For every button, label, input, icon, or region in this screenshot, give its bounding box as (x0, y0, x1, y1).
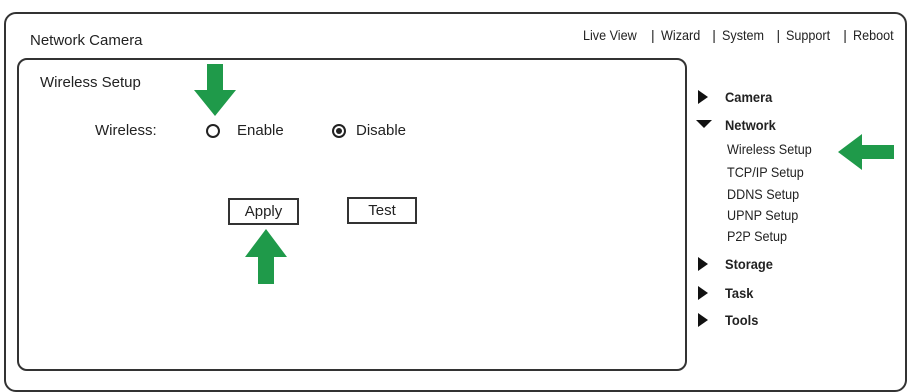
apply-button[interactable]: Apply (228, 198, 299, 225)
nav-live-view[interactable]: Live View (583, 27, 637, 43)
test-button[interactable]: Test (347, 197, 417, 224)
enable-radio[interactable] (206, 124, 220, 138)
sidebar-item-task[interactable]: Task (696, 285, 756, 301)
nav-separator: | (843, 27, 847, 43)
sidebar-item-label: Task (725, 285, 754, 301)
chevron-right-icon (696, 90, 714, 104)
arrow-down-icon (194, 64, 236, 116)
sidebar-item-label: Camera (725, 89, 773, 105)
panel-title: Wireless Setup (40, 74, 141, 91)
nav-support[interactable]: Support (786, 27, 830, 43)
arrow-left-icon (838, 134, 894, 170)
chevron-down-icon (696, 118, 714, 132)
sidebar-item-storage[interactable]: Storage (696, 256, 777, 272)
nav-system[interactable]: System (722, 27, 764, 43)
sidebar-item-label: Network (725, 117, 776, 133)
app-title: Network Camera (30, 32, 143, 49)
sidebar-item-tools[interactable]: Tools (696, 312, 761, 328)
sidebar-item-label: Tools (725, 312, 759, 328)
wireless-label: Wireless: (95, 122, 157, 139)
nav-separator: | (776, 27, 781, 43)
sidebar-sub-ddns-setup[interactable]: DDNS Setup (727, 186, 799, 202)
nav-reboot[interactable]: Reboot (853, 27, 894, 43)
nav-wizard[interactable]: Wizard (661, 27, 700, 43)
sidebar-item-label: Storage (725, 256, 773, 272)
nav-separator: | (712, 27, 716, 43)
sidebar-sub-upnp-setup[interactable]: UPNP Setup (727, 207, 798, 223)
chevron-right-icon (696, 286, 714, 300)
top-nav: Live View | Wizard | System | Support | … (583, 27, 898, 43)
sidebar-sub-p2p-setup[interactable]: P2P Setup (727, 228, 787, 244)
sidebar-item-network[interactable]: Network (696, 117, 780, 133)
enable-radio-label[interactable]: Enable (237, 122, 284, 139)
nav-separator: | (650, 27, 655, 43)
chevron-right-icon (696, 313, 714, 327)
sidebar-sub-tcpip-setup[interactable]: TCP/IP Setup (727, 164, 804, 180)
disable-radio[interactable] (332, 124, 346, 138)
arrow-up-icon (245, 229, 287, 284)
chevron-right-icon (696, 257, 714, 271)
sidebar-item-camera[interactable]: Camera (696, 89, 776, 105)
disable-radio-label[interactable]: Disable (356, 122, 406, 139)
sidebar-sub-wireless-setup[interactable]: Wireless Setup (727, 141, 812, 157)
